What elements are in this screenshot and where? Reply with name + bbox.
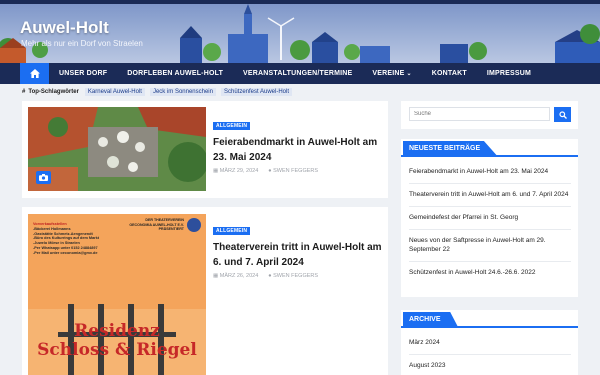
recent-posts-widget: NEUESTE BEITRÄGE Feierabendmarkt in Auwe…: [401, 139, 578, 297]
archive-list: März 2024 August 2023: [409, 332, 571, 375]
nav-item-vereine-label: VEREINE: [372, 70, 405, 77]
widget-header: NEUESTE BEITRÄGE: [401, 139, 578, 157]
nav-item-kontakt[interactable]: KONTAKT: [422, 63, 477, 84]
search-icon: [558, 110, 567, 119]
nav-item-unser-dorf[interactable]: UNSER DORF: [49, 63, 117, 84]
post-thumbnail-market[interactable]: [28, 107, 206, 191]
category-badge[interactable]: ALLGEMEIN: [213, 227, 251, 235]
search-widget: [401, 101, 578, 129]
poster-play-line: Schloss & Riegel: [37, 340, 197, 360]
post-meta: ▦ MÄRZ 29, 2024 ● SWEN FEGGERS: [213, 168, 318, 174]
nav-item-vereine[interactable]: VEREINE ⌄: [362, 63, 421, 84]
post-thumbnail-theater-poster[interactable]: DER THEATERVEREIN OECONOMIA AUWEL-HOLT E…: [28, 214, 206, 375]
widget-header: ARCHIVE: [401, 310, 578, 328]
tags-title: Top-Schlagwörter: [28, 89, 79, 95]
top-tags-bar: # Top-Schlagwörter Karneval Auwel-Holt J…: [22, 87, 297, 97]
post-title[interactable]: Theaterverein tritt in Auwel-Holt am 6. …: [213, 240, 383, 270]
recent-post-link[interactable]: Schützenfest in Auwel-Holt 24.6.-26.6. 2…: [409, 262, 571, 284]
user-icon: ●: [268, 273, 272, 279]
post-card: ALLGEMEIN Feierabendmarkt in Auwel-Holt …: [22, 101, 388, 198]
main-navigation: UNSER DORF DORFLEBEN AUWEL-HOLT VERANSTA…: [0, 63, 600, 84]
nav-item-dorfleben[interactable]: DORFLEBEN AUWEL-HOLT: [117, 63, 233, 84]
category-badge[interactable]: ALLGEMEIN: [213, 122, 251, 130]
hashtag-icon: #: [22, 89, 26, 95]
post-title[interactable]: Feierabendmarkt in Auwel-Holt am 23. Mai…: [213, 135, 383, 165]
poster-play-line: Residenz: [74, 321, 160, 341]
nav-item-impressum[interactable]: IMPRESSUM: [477, 63, 541, 84]
tag-link[interactable]: Schützenfest Auwel-Holt: [220, 88, 293, 96]
archive-widget: ARCHIVE März 2024 August 2023: [401, 310, 578, 375]
nav-items: UNSER DORF DORFLEBEN AUWEL-HOLT VERANSTA…: [20, 63, 541, 84]
archive-link[interactable]: März 2024: [409, 332, 571, 355]
post-author[interactable]: SWEN FEGGERS: [273, 168, 318, 174]
search-input[interactable]: [409, 107, 550, 121]
user-icon: ●: [268, 168, 272, 174]
poster-presale: Vorverkaufsstellen -Bäckerei Hollmanns -…: [33, 222, 99, 256]
recent-post-link[interactable]: Neues von der Saftpresse in Auwel-Holt a…: [409, 230, 571, 262]
site-header: Auwel-Holt Mehr als nur ein Dorf von Str…: [0, 0, 600, 63]
post-date[interactable]: MÄRZ 29, 2024: [220, 168, 259, 174]
nav-item-veranstaltungen[interactable]: VERANSTALTUNGEN/TERMINE: [233, 63, 362, 84]
camera-icon: [36, 171, 51, 184]
post-author[interactable]: SWEN FEGGERS: [273, 273, 318, 279]
post-meta: ▦ MÄRZ 26, 2024 ● SWEN FEGGERS: [213, 273, 318, 279]
poster-presale-line: -Per Mail unter oeconomia@gmx.de: [33, 250, 98, 255]
archive-link[interactable]: August 2023: [409, 355, 571, 375]
recent-post-link[interactable]: Feierabendmarkt in Auwel-Holt am 23. Mai…: [409, 161, 571, 184]
post-card: DER THEATERVEREIN OECONOMIA AUWEL-HOLT E…: [22, 207, 388, 375]
poster-header: DER THEATERVEREIN OECONOMIA AUWEL-HOLT E…: [129, 218, 184, 232]
widget-title: NEUESTE BEITRÄGE: [403, 141, 499, 157]
post-date[interactable]: MÄRZ 26, 2024: [220, 273, 259, 279]
home-icon: [29, 69, 40, 78]
nav-home-button[interactable]: [20, 63, 49, 84]
chevron-down-icon: ⌄: [406, 71, 412, 77]
tag-link[interactable]: Karneval Auwel-Holt: [84, 88, 145, 96]
poster-header-line: PRÄSENTIERT: [158, 227, 184, 232]
search-button[interactable]: [554, 107, 571, 122]
calendar-icon: ▦: [213, 273, 219, 279]
site-tagline: Mehr als nur ein Dorf von Straelen: [21, 39, 143, 48]
recent-post-link[interactable]: Gemeindefest der Pfarrei in St. Georg: [409, 207, 571, 230]
recent-post-link[interactable]: Theaterverein tritt in Auwel-Holt am 6. …: [409, 184, 571, 207]
site-title[interactable]: Auwel-Holt: [20, 18, 109, 38]
poster-play-title: Residenz Schloss & Riegel: [28, 322, 206, 360]
recent-posts-list: Feierabendmarkt in Auwel-Holt am 23. Mai…: [409, 161, 571, 284]
widget-title: ARCHIVE: [403, 312, 459, 328]
market-aerial-photo: [28, 107, 206, 191]
tag-link[interactable]: Jeck im Sonnenschein: [149, 88, 216, 96]
calendar-icon: ▦: [213, 168, 219, 174]
